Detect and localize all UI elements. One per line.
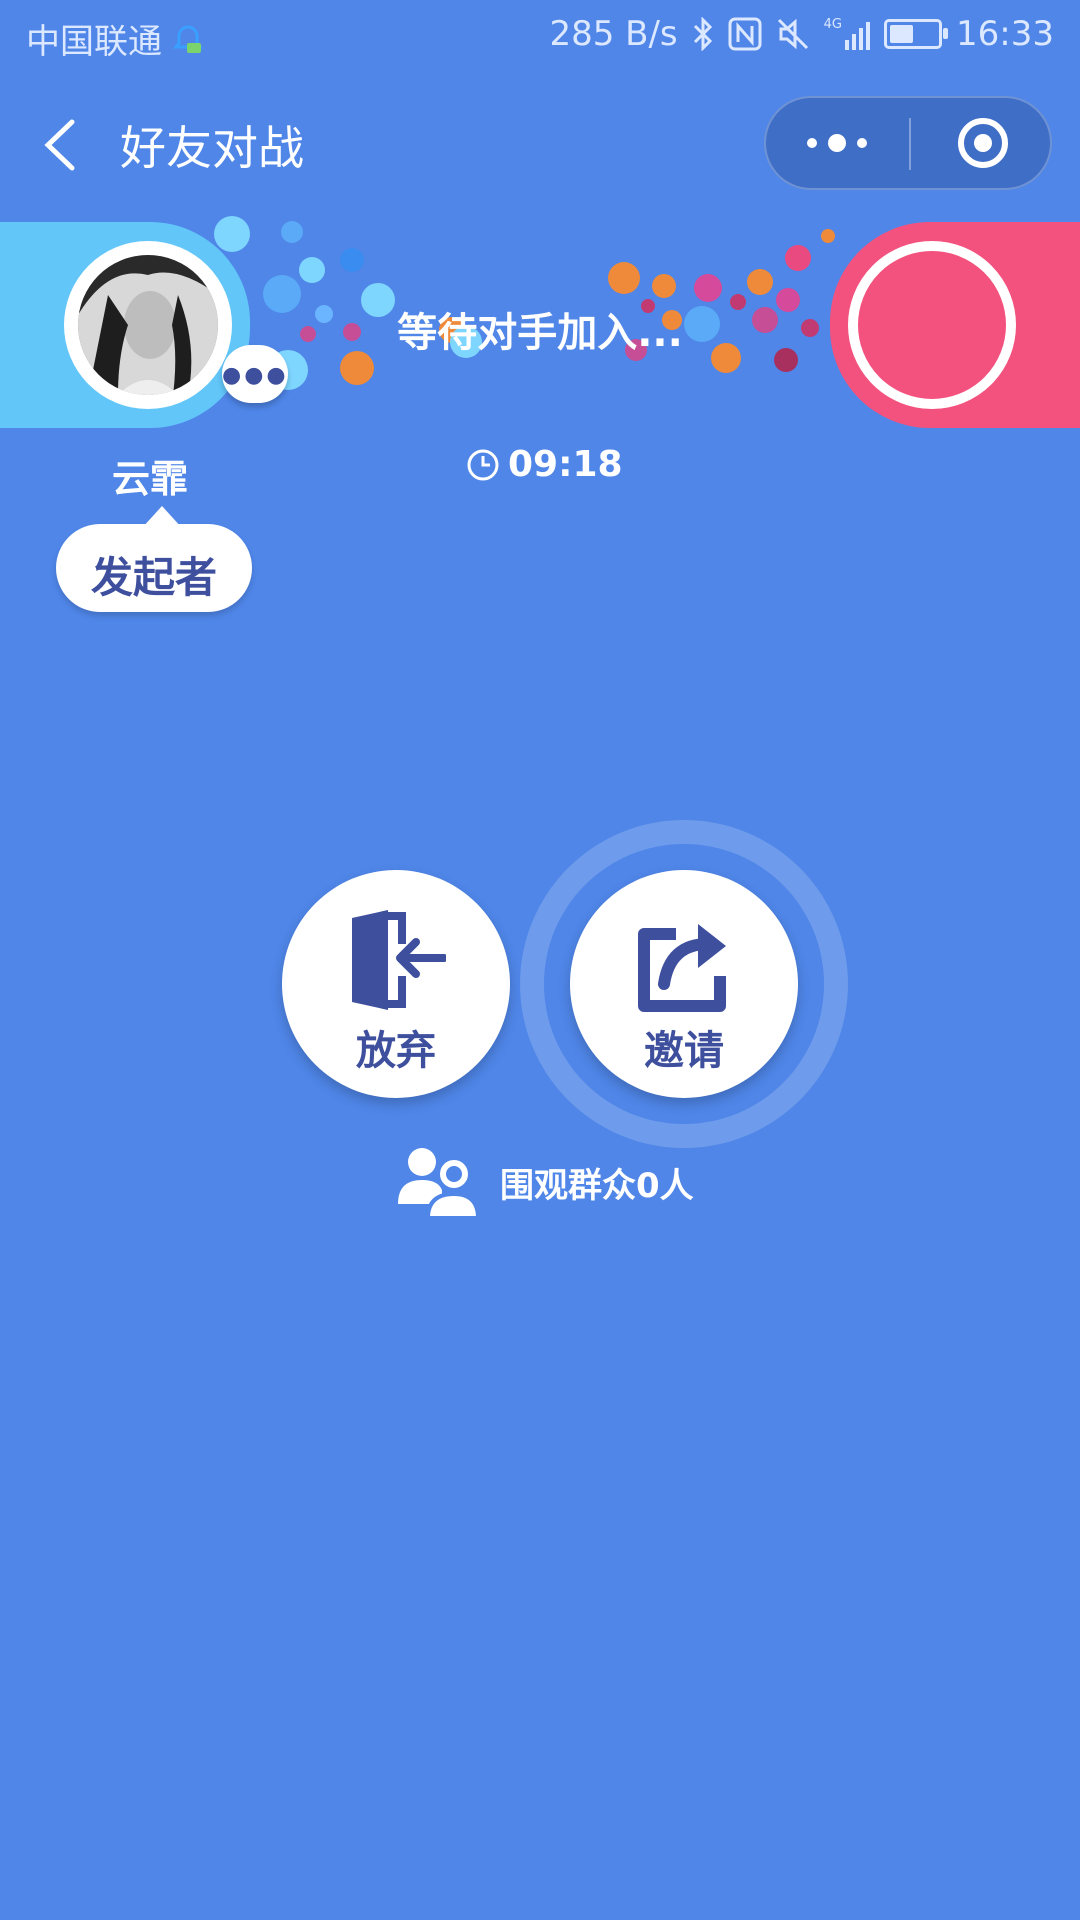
player-avatar[interactable] xyxy=(78,255,218,395)
invite-button[interactable]: 邀请 xyxy=(570,870,798,1098)
spectator-text: 围观群众0人 xyxy=(500,1165,694,1206)
battery-level xyxy=(890,25,914,43)
target-close-icon xyxy=(958,118,1008,168)
waiting-status: 等待对手加入... xyxy=(397,310,683,356)
chevron-left-icon xyxy=(44,119,75,171)
timer-value: 09:18 xyxy=(508,444,623,485)
bluetooth-icon xyxy=(693,17,712,51)
clock: 16:33 xyxy=(956,14,1054,54)
clock-icon xyxy=(467,449,499,480)
quit-label: 放弃 xyxy=(356,1028,436,1074)
chat-bubble-button[interactable]: ●●● xyxy=(222,345,288,403)
more-dots-icon xyxy=(807,134,867,152)
battery-icon xyxy=(884,19,949,49)
nfc-icon xyxy=(728,17,762,51)
role-label: 发起者 xyxy=(90,553,217,602)
close-button[interactable] xyxy=(911,98,1050,188)
ellipsis-icon: ●●● xyxy=(222,363,289,388)
back-button[interactable] xyxy=(36,110,86,180)
mini-program-capsule xyxy=(764,96,1052,190)
role-badge: 发起者 xyxy=(56,506,252,612)
invite-label: 邀请 xyxy=(644,1028,724,1074)
carrier-name: 中国联通 xyxy=(26,14,203,63)
player-name: 云霏 xyxy=(111,457,188,501)
quit-button[interactable]: 放弃 xyxy=(282,870,510,1098)
status-indicators: 285 B/s 4G 16:33 xyxy=(549,14,1054,54)
avatar-photo xyxy=(78,255,218,395)
share-icon xyxy=(638,924,726,1012)
status-bar: 中国联通 285 B/s 4G 16:33 xyxy=(0,0,1080,75)
spectator-count: 围观群众0人 xyxy=(398,1146,694,1218)
countdown-timer: 09:18 xyxy=(466,444,623,485)
mute-icon xyxy=(777,18,808,50)
more-button[interactable] xyxy=(766,98,909,188)
exit-door-icon xyxy=(352,910,446,1010)
users-icon xyxy=(398,1148,478,1218)
network-speed: 285 B/s xyxy=(549,14,678,54)
notification-icon xyxy=(172,25,203,53)
opponent-avatar-placeholder xyxy=(848,241,1016,409)
signal-icon: 4G xyxy=(824,18,871,50)
page-title: 好友对战 xyxy=(120,121,304,175)
